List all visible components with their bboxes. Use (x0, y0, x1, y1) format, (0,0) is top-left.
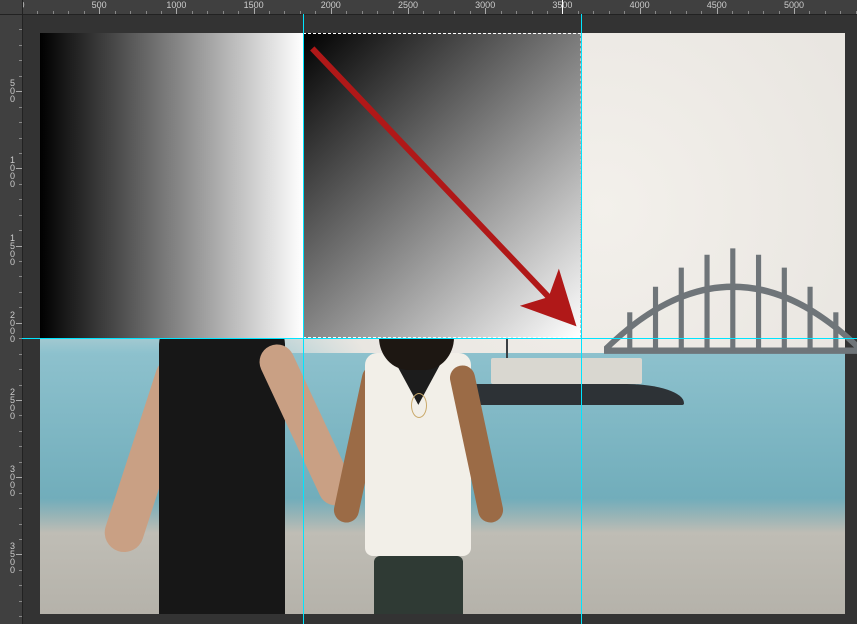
ruler-v-label: 3 5 0 0 (10, 542, 15, 574)
work-area[interactable] (22, 14, 857, 624)
ruler-cursor-marker (562, 0, 563, 14)
photo-bridge (604, 242, 857, 370)
gradient-layer-b[interactable] (303, 33, 581, 338)
ruler-origin-corner[interactable] (0, 0, 23, 15)
ruler-h-label: 4000 (630, 0, 650, 10)
ruler-h-label: 3000 (475, 0, 495, 10)
ruler-v-label: 1 0 0 0 (10, 156, 15, 188)
ruler-h-label: 1500 (244, 0, 264, 10)
ruler-horizontal[interactable]: 0500100015002000250030003500400045005000 (22, 0, 857, 15)
ruler-h-label: 1000 (166, 0, 186, 10)
guide-vertical[interactable] (303, 14, 304, 624)
gradient-layer-a[interactable] (40, 33, 303, 338)
ruler-v-label: 1 5 0 0 (10, 234, 15, 266)
ruler-h-label: 500 (92, 0, 107, 10)
photo-person-right (330, 324, 507, 615)
ruler-vertical[interactable]: 05 0 01 0 0 01 5 0 02 0 0 02 5 0 03 0 0 … (0, 14, 23, 624)
ruler-v-label: 5 0 0 (10, 79, 15, 103)
ruler-v-label: 2 5 0 0 (10, 388, 15, 420)
photo-person-left (121, 324, 314, 615)
guide-vertical[interactable] (581, 14, 582, 624)
ruler-v-label: 3 0 0 0 (10, 465, 15, 497)
ruler-h-label: 2500 (398, 0, 418, 10)
ruler-h-label: 2000 (321, 0, 341, 10)
ruler-h-label: 4500 (707, 0, 727, 10)
guide-horizontal[interactable] (22, 338, 857, 339)
document-canvas[interactable] (40, 33, 845, 614)
ruler-h-label: 5000 (784, 0, 804, 10)
ruler-v-label: 2 0 0 0 (10, 311, 15, 343)
